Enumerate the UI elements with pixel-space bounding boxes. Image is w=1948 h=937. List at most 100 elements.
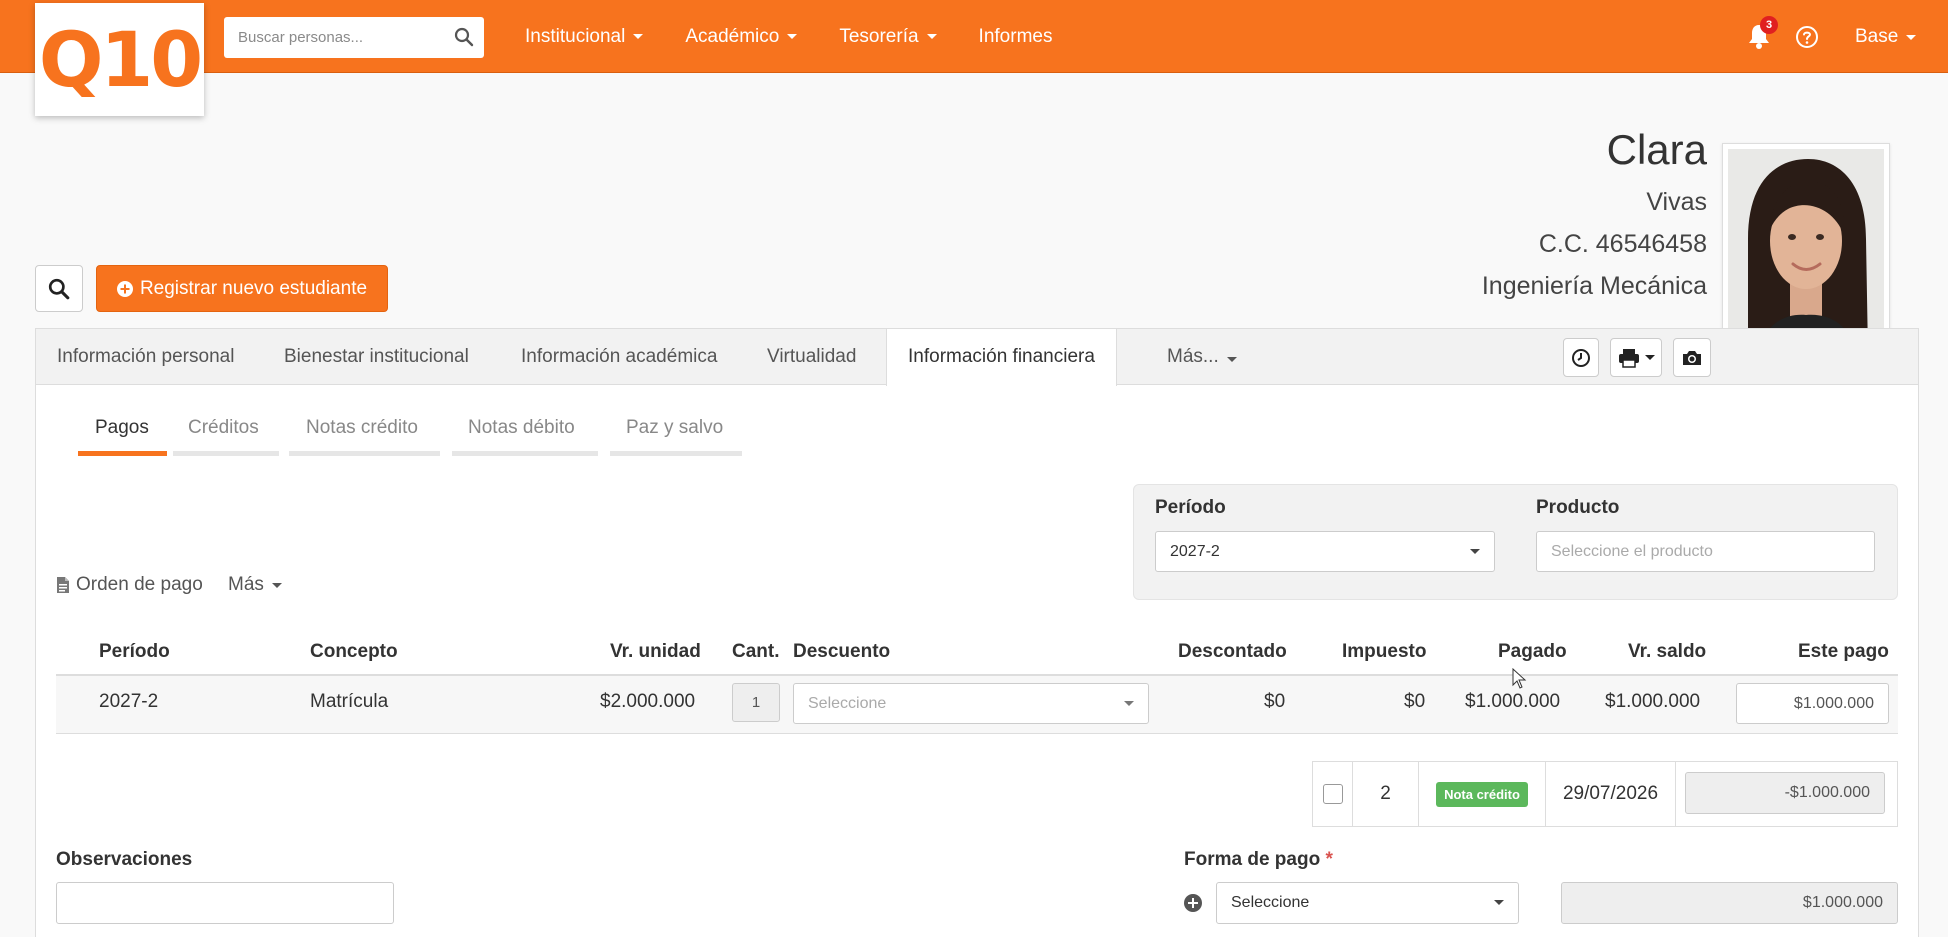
printer-icon <box>1619 348 1639 368</box>
chevron-down-icon <box>1226 357 1237 362</box>
col-vr-saldo: Vr. saldo <box>1628 641 1707 662</box>
cell-descontado: $0 <box>1264 691 1286 712</box>
chevron-down-icon <box>1906 34 1917 40</box>
chevron-down-icon <box>633 34 644 39</box>
observaciones-label: Observaciones <box>56 849 193 870</box>
col-concepto: Concepto <box>310 641 398 662</box>
nav-label: Informes <box>978 25 1053 47</box>
register-student-button[interactable]: Registrar nuevo estudiante <box>96 265 388 312</box>
add-payment-icon[interactable] <box>1184 894 1202 912</box>
observaciones-field[interactable] <box>56 882 394 924</box>
cell-vr-saldo: $1.000.000 <box>1605 691 1701 712</box>
col-descuento: Descuento <box>793 641 891 662</box>
descuento-select[interactable]: Seleccione <box>793 683 1149 724</box>
mouse-cursor-icon <box>1512 668 1527 689</box>
nav-label: Académico <box>685 25 780 47</box>
chevron-down-icon <box>926 34 937 39</box>
top-navbar: Institucional Académico Tesorería Inform… <box>0 0 1948 73</box>
avatar <box>1728 149 1884 353</box>
nav-tesoreria[interactable]: Tesorería <box>839 25 937 48</box>
este-pago-input[interactable]: $1.000.000 <box>1736 683 1889 724</box>
search-student-button[interactable] <box>35 265 83 312</box>
nota-date: 29/07/2026 <box>1546 762 1676 826</box>
forma-pago-value: Seleccione <box>1231 894 1310 911</box>
plus-circle-icon <box>116 280 133 297</box>
history-button[interactable] <box>1563 338 1599 377</box>
nav-label: Tesorería <box>839 25 919 47</box>
subtab-paz-salvo[interactable]: Paz y salvo <box>626 417 723 439</box>
col-este-pago: Este pago <box>1798 641 1889 662</box>
mas-dropdown[interactable]: Más <box>228 574 282 596</box>
required-mark: * <box>1325 849 1333 870</box>
camera-icon <box>1683 350 1701 365</box>
nav-informes[interactable]: Informes <box>979 26 1053 48</box>
nota-checkbox[interactable] <box>1322 784 1343 804</box>
cell-concepto: Matrícula <box>310 691 389 712</box>
col-descontado: Descontado <box>1178 641 1287 662</box>
periodo-select[interactable]: 2027-2 <box>1155 531 1495 572</box>
col-impuesto: Impuesto <box>1342 641 1427 662</box>
student-program: Ingeniería Mecánica <box>1481 272 1707 300</box>
nota-number: 2 <box>1353 762 1419 826</box>
tab-bienestar[interactable]: Bienestar institucional <box>263 329 490 385</box>
clock-icon <box>1572 348 1590 367</box>
search-icon[interactable] <box>454 27 474 47</box>
tab-mas[interactable]: Más... <box>1146 329 1258 385</box>
col-periodo: Período <box>99 641 170 662</box>
document-icon <box>57 577 69 593</box>
orden-pago-label: Orden de pago <box>76 574 203 595</box>
user-menu[interactable]: Base <box>1855 26 1917 48</box>
producto-select[interactable]: Seleccione el producto <box>1536 531 1875 572</box>
cell-pagado: $1.000.000 <box>1465 691 1561 712</box>
producto-label: Producto <box>1536 497 1620 518</box>
cell-impuesto: $0 <box>1404 691 1426 712</box>
nav-academico[interactable]: Académico <box>685 25 798 48</box>
subtab-notas-credito[interactable]: Notas crédito <box>306 417 418 439</box>
forma-pago-amount: $1.000.000 <box>1561 882 1898 924</box>
chevron-down-icon <box>787 34 798 39</box>
logo[interactable]: Q10 <box>35 3 204 116</box>
subtab-divider <box>610 451 742 456</box>
student-photo <box>1722 143 1890 359</box>
search-icon <box>48 278 70 299</box>
cell-periodo: 2027-2 <box>99 691 159 712</box>
student-first-name: Clara <box>1606 126 1707 173</box>
tab-personal[interactable]: Información personal <box>36 329 255 385</box>
filter-panel: Período 2027-2 Producto Seleccione el pr… <box>1133 484 1898 600</box>
subtab-notas-debito[interactable]: Notas débito <box>468 417 575 439</box>
main-nav: Institucional Académico Tesorería Inform… <box>525 0 1094 73</box>
nota-credito-badge: Nota crédito <box>1436 781 1528 807</box>
nota-amount: -$1.000.000 <box>1685 772 1885 814</box>
nota-checkbox-cell <box>1313 762 1353 826</box>
search-input[interactable] <box>224 17 444 58</box>
cell-vr-unidad: $2.000.000 <box>600 691 696 712</box>
mas-label: Más <box>228 574 264 595</box>
camera-button[interactable] <box>1673 338 1711 377</box>
tab-financiera[interactable]: Información financiera <box>886 329 1117 386</box>
chevron-down-icon <box>1645 355 1655 360</box>
subtab-creditos[interactable]: Créditos <box>188 417 259 439</box>
chevron-down-icon <box>1124 701 1134 706</box>
notification-badge: 3 <box>1760 16 1778 34</box>
orden-pago-link[interactable]: Orden de pago <box>56 574 203 596</box>
periodo-label: Período <box>1155 497 1226 518</box>
quantity-field[interactable]: 1 <box>732 683 780 722</box>
chevron-down-icon <box>1470 549 1480 554</box>
subtab-pagos[interactable]: Pagos <box>95 417 149 439</box>
tab-virtualidad[interactable]: Virtualidad <box>746 329 877 385</box>
forma-pago-label: Forma de pago * <box>1184 849 1333 871</box>
help-icon[interactable] <box>1795 25 1819 49</box>
nav-institucional[interactable]: Institucional <box>525 26 644 48</box>
tab-bar: Información personal Bienestar instituci… <box>36 329 1918 386</box>
forma-pago-select[interactable]: Seleccione <box>1216 882 1519 924</box>
chevron-down-icon <box>1494 900 1504 905</box>
user-menu-label: Base <box>1855 26 1899 47</box>
search-box <box>224 17 484 58</box>
subtab-indicator <box>78 451 167 456</box>
subtab-divider <box>452 451 598 456</box>
print-button[interactable] <box>1610 338 1662 377</box>
col-vr-unidad: Vr. unidad <box>610 641 701 662</box>
col-pagado: Pagado <box>1498 641 1567 662</box>
tab-academica[interactable]: Información académica <box>500 329 738 385</box>
student-id: C.C. 46546458 <box>1538 230 1707 258</box>
